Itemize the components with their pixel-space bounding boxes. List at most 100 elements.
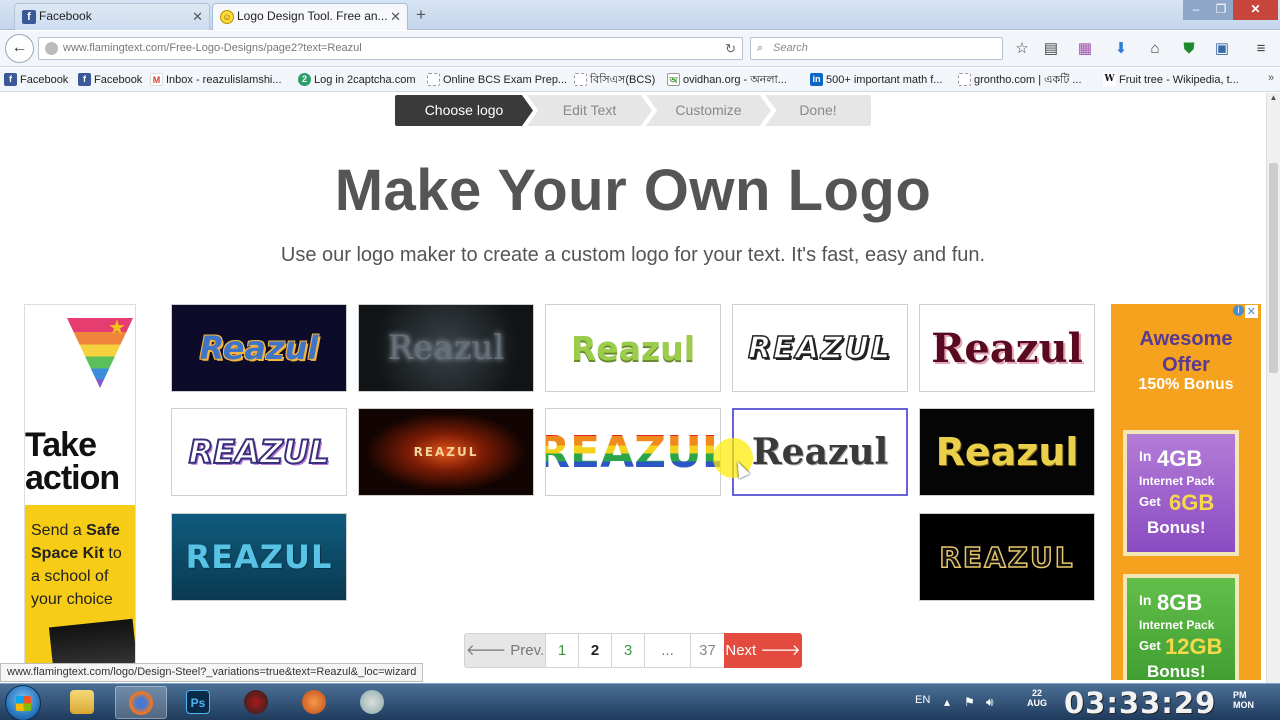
home-icon[interactable]: ⌂ — [1146, 40, 1164, 58]
step-edit-text[interactable]: Edit Text — [527, 95, 652, 126]
logo-option[interactable]: Reazul — [919, 408, 1095, 496]
logo-option[interactable]: REAZUL — [919, 513, 1095, 601]
tab-facebook[interactable]: f Facebook ✕ — [14, 3, 210, 30]
start-button[interactable] — [5, 685, 41, 720]
bookmark-item[interactable]: f Facebook — [4, 72, 68, 88]
bookmark-item[interactable]: in 500+ important math f... — [810, 72, 942, 88]
page-link-1[interactable]: 1 — [545, 633, 579, 668]
language-indicator[interactable]: EN — [915, 694, 930, 706]
bookmark-item[interactable]: 2 Log in 2captcha.com — [298, 72, 416, 88]
bookmark-star-icon[interactable]: ☆ — [1013, 40, 1031, 58]
page-link-37[interactable]: 37 — [690, 633, 725, 668]
back-button[interactable]: ← — [5, 34, 34, 63]
logo-text: REAZUL — [185, 538, 333, 576]
bookmarks-overflow-icon[interactable]: » — [1268, 72, 1274, 84]
search-icon: ⌕ — [757, 42, 764, 54]
bookmark-item[interactable]: অ ovidhan.org - অনলা... — [667, 72, 787, 88]
taskbar-explorer[interactable] — [57, 686, 109, 719]
pack-size: 8GB — [1157, 590, 1203, 615]
screenshot-icon[interactable]: ▣ — [1213, 40, 1231, 58]
wizard-steps: Choose logo Edit Text Customize Done! — [395, 95, 871, 126]
ad-close-icon[interactable]: ✕ — [1244, 305, 1258, 318]
logo-option[interactable]: Reazul — [919, 304, 1095, 392]
step-choose-logo[interactable]: Choose logo — [395, 95, 533, 126]
pack-in: In — [1139, 592, 1152, 608]
minimize-button[interactable]: – — [1183, 0, 1209, 20]
next-label: Next — [725, 642, 757, 659]
bookmark-item[interactable]: বিসিএস(BCS) — [574, 72, 655, 88]
prev-page-button[interactable]: 🡐 Prev. — [464, 633, 546, 668]
logo-text: REAZUL — [413, 445, 479, 459]
logo-option[interactable]: Reazul — [358, 304, 534, 392]
taskbar-app-5[interactable] — [289, 686, 341, 719]
facebook-icon: f — [78, 73, 91, 86]
url-text: www.flamingtext.com/Free-Logo-Designs/pa… — [63, 42, 362, 54]
taskbar-photoshop[interactable]: Ps — [173, 686, 225, 719]
new-tab-button[interactable]: + — [416, 6, 426, 24]
left-advertisement[interactable]: ★ Take action Send a Safe Space Kit to a… — [24, 304, 136, 666]
taskbar-app-4[interactable] — [231, 686, 283, 719]
bookmark-item[interactable]: W Fruit tree - Wikipedia, t... — [1103, 72, 1239, 88]
ad-info-icon[interactable]: i — [1233, 305, 1244, 316]
scroll-up-icon[interactable]: ▲ — [1267, 93, 1280, 107]
logo-option[interactable]: Reazul — [171, 304, 347, 392]
logo-option[interactable]: REAZUL — [732, 304, 908, 392]
page-ellipsis: ... — [644, 633, 691, 668]
close-tab-icon[interactable]: ✕ — [192, 4, 203, 29]
ampm: PM — [1233, 690, 1247, 700]
firefox-icon — [129, 691, 153, 715]
bookmark-label: বিসিএস(BCS) — [590, 74, 656, 86]
bookmarks-toolbar: f Facebook f Facebook M Inbox - reazulislam… — [0, 68, 1280, 92]
next-page-button[interactable]: Next 🡒 — [724, 633, 802, 668]
close-window-button[interactable]: ✕ — [1233, 0, 1278, 20]
star-icon: ★ — [108, 317, 126, 339]
clock[interactable]: 03:33:29 — [1064, 686, 1216, 720]
tray-date: 22 AUG — [1025, 688, 1049, 708]
right-advertisement[interactable]: i ✕ Awesome Offer 150% Bonus In 4GB Inte… — [1111, 304, 1261, 680]
taskbar-firefox[interactable] — [115, 686, 167, 719]
logo-option[interactable]: Reazul — [545, 304, 721, 392]
logo-option[interactable]: REAZUL — [171, 513, 347, 601]
tab-label: Logo Design Tool. Free an... — [237, 9, 388, 23]
bookmark-item[interactable]: grontho.com | একটি ... — [958, 72, 1082, 88]
taskbar-app-6[interactable] — [347, 686, 399, 719]
page-link-3[interactable]: 3 — [611, 633, 645, 668]
url-bar[interactable]: www.flamingtext.com/Free-Logo-Designs/pa… — [38, 37, 743, 60]
menu-icon[interactable]: ≡ — [1252, 40, 1270, 58]
logo-option[interactable]: REAZUL — [358, 408, 534, 496]
volume-icon[interactable]: 🔊︎ — [986, 695, 994, 710]
bookmark-item[interactable]: Online BCS Exam Prep... — [427, 72, 567, 88]
step-customize[interactable]: Customize — [646, 95, 771, 126]
pack-label: Internet Pack — [1139, 618, 1215, 632]
step-done[interactable]: Done! — [765, 95, 871, 126]
shield-icon[interactable]: ⛊ — [1180, 40, 1198, 58]
pack-in: In — [1139, 448, 1152, 464]
action-center-icon[interactable]: ⚑ — [964, 695, 975, 709]
tab-logo-design[interactable]: ☺ Logo Design Tool. Free an... ✕ — [212, 3, 408, 30]
close-tab-icon[interactable]: ✕ — [390, 4, 401, 29]
logo-option-hovered[interactable]: Reazul — [732, 408, 908, 496]
extension-icon[interactable]: ▦ — [1076, 40, 1094, 58]
bookmark-label: Fruit tree - Wikipedia, t... — [1119, 74, 1239, 86]
pack-bonus: Bonus! — [1147, 662, 1206, 680]
download-icon[interactable]: ⬇ — [1112, 40, 1130, 58]
ad-offer-line: Awesome — [1139, 328, 1233, 350]
logo-option[interactable]: REAZUL — [545, 408, 721, 496]
logo-text: Reazul — [570, 328, 696, 368]
maximize-button[interactable]: ❐ — [1209, 0, 1233, 20]
scrollbar-thumb[interactable] — [1269, 163, 1278, 373]
search-bar[interactable]: ⌕ Search — [750, 37, 1003, 60]
bookmark-item[interactable]: M Inbox - reazulislamshi... — [150, 72, 282, 88]
tray-arrow-icon[interactable]: ▴ — [944, 695, 950, 709]
pack-bonus-size: 6GB — [1169, 490, 1215, 515]
search-placeholder: Search — [773, 42, 808, 54]
page-link-current[interactable]: 2 — [578, 633, 612, 668]
reading-list-icon[interactable]: ▤ — [1042, 40, 1060, 58]
logo-option[interactable]: REAZUL — [171, 408, 347, 496]
browser-tab-bar: f Facebook ✕ ☺ Logo Design Tool. Free an… — [0, 0, 1280, 30]
reload-icon[interactable]: ↻ — [725, 38, 736, 59]
ad-headline-line: Take — [25, 426, 97, 464]
vertical-scrollbar[interactable]: ▲ — [1266, 93, 1280, 683]
bookmark-item[interactable]: f Facebook — [78, 72, 142, 88]
site-identity-icon[interactable] — [45, 42, 58, 55]
